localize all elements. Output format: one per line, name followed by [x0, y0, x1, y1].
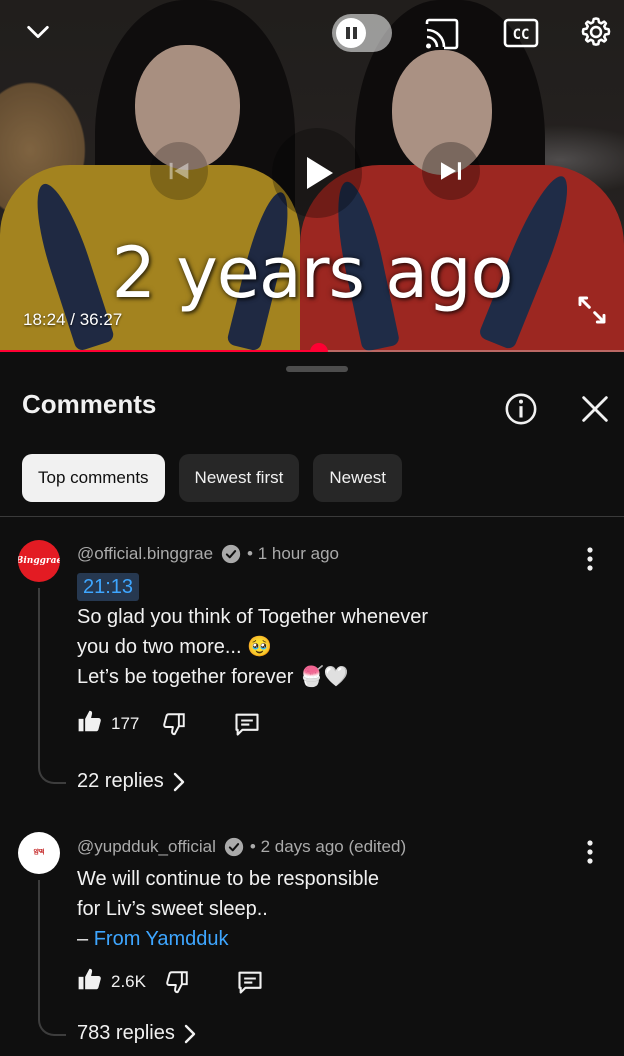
- comment-actions: 2.6K: [77, 966, 264, 997]
- replies-count: 22 replies: [77, 770, 164, 792]
- signature-link[interactable]: From Yamdduk: [94, 928, 229, 950]
- dislike-icon[interactable]: [161, 711, 187, 737]
- more-vert-icon[interactable]: [578, 544, 602, 574]
- like-icon: [77, 708, 103, 739]
- video-caption-overlay: 2 years ago: [111, 232, 514, 314]
- previous-icon[interactable]: [150, 142, 208, 200]
- sort-chips: Top comments Newest first Newest: [22, 454, 403, 502]
- comment-actions: 177: [77, 708, 261, 739]
- avatar[interactable]: 얌떡: [18, 832, 60, 874]
- verified-check-icon: [224, 837, 244, 857]
- next-icon[interactable]: [422, 142, 480, 200]
- minimize-chevron-down-icon[interactable]: [18, 12, 58, 52]
- drag-handle[interactable]: [286, 366, 348, 372]
- avatar[interactable]: Binggrae: [18, 540, 60, 582]
- comment-line: We will continue to be responsible: [77, 868, 380, 890]
- verified-check-icon: [221, 544, 241, 564]
- view-replies-button[interactable]: 22 replies: [77, 770, 186, 793]
- chevron-right-icon: [172, 772, 186, 792]
- cast-icon[interactable]: [422, 14, 462, 54]
- comment-line: you do two more... 🥹: [77, 636, 272, 658]
- settings-gear-icon[interactable]: [576, 12, 616, 52]
- signature-prefix: –: [77, 928, 94, 950]
- comment-time: 1 hour ago: [257, 544, 340, 563]
- video-player[interactable]: CC 2 years ago 18:24 / 36:27: [0, 0, 624, 352]
- panel-title: Comments: [22, 389, 157, 419]
- chip-newest-first[interactable]: Newest first: [178, 454, 300, 502]
- fullscreen-icon[interactable]: [572, 290, 612, 330]
- comment-body: We will continue to be responsible for L…: [77, 864, 379, 954]
- avatar-logo-text: Binggrae: [18, 556, 60, 566]
- cc-icon[interactable]: CC: [502, 16, 540, 50]
- comment-header: @official.binggrae • 1 hour ago: [77, 544, 339, 564]
- separator-dot: •: [249, 837, 261, 856]
- chip-newest[interactable]: Newest: [313, 454, 403, 502]
- comment-line: Let’s be together forever 🍧🤍: [77, 666, 349, 688]
- view-replies-button[interactable]: 783 replies: [77, 1022, 197, 1045]
- thread-line: [38, 588, 66, 784]
- comment-author[interactable]: @yupdduk_official: [77, 837, 216, 857]
- comment-time: 2 days ago (edited): [260, 837, 407, 856]
- avatar-logo-text: 얌떡: [33, 849, 45, 856]
- comment-line: So glad you think of Together whenever: [77, 606, 428, 628]
- svg-text:CC: CC: [513, 27, 530, 43]
- comment-header: @yupdduk_official • 2 days ago (edited): [77, 837, 406, 857]
- progress-fill: [0, 350, 319, 352]
- like-button[interactable]: 177: [77, 708, 139, 739]
- chip-top-comments[interactable]: Top comments: [22, 454, 165, 502]
- replies-count: 783 replies: [77, 1022, 175, 1044]
- time-display: 18:24 / 36:27: [23, 310, 123, 329]
- timestamp-link[interactable]: 21:13: [77, 573, 140, 601]
- comment-body: 21:13 So glad you think of Together when…: [77, 572, 428, 692]
- comment-line: for Liv’s sweet sleep..: [77, 898, 268, 920]
- more-vert-icon[interactable]: [578, 837, 602, 867]
- comment-author[interactable]: @official.binggrae: [77, 544, 213, 564]
- chevron-right-icon: [183, 1024, 197, 1044]
- reply-icon[interactable]: [233, 710, 261, 738]
- like-count: 2.6K: [111, 971, 146, 991]
- dislike-icon[interactable]: [164, 969, 190, 995]
- reply-icon[interactable]: [236, 968, 264, 996]
- play-icon[interactable]: [272, 128, 362, 218]
- comment-signature: – From Yamdduk: [77, 924, 379, 954]
- separator-dot: •: [247, 544, 258, 563]
- like-count: 177: [111, 713, 140, 733]
- like-icon: [77, 966, 103, 997]
- pause-icon: [336, 18, 366, 48]
- autoplay-toggle[interactable]: [332, 14, 392, 52]
- close-icon[interactable]: [578, 392, 612, 426]
- progress-bar[interactable]: [0, 343, 624, 352]
- comments-panel: Comments Top comments Newest first Newes…: [0, 356, 624, 1056]
- info-icon[interactable]: [504, 392, 538, 426]
- like-button[interactable]: 2.6K: [77, 966, 146, 997]
- divider: [0, 516, 624, 517]
- thread-line: [38, 880, 66, 1036]
